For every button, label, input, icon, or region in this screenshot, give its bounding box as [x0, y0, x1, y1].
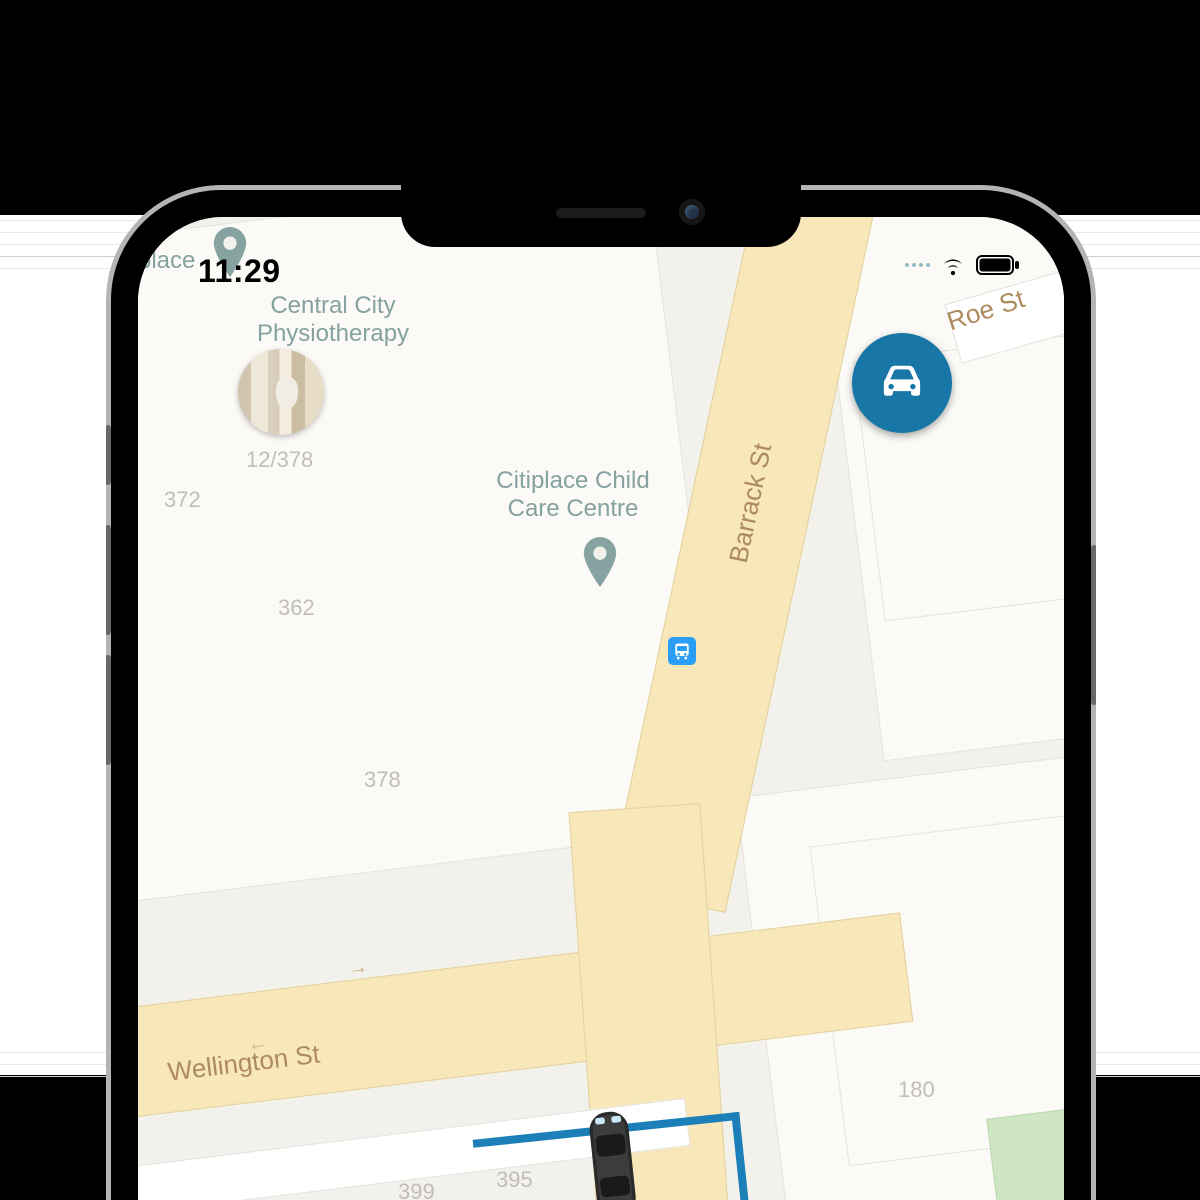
poi-label-fragment: place — [138, 247, 195, 275]
cellular-dots-icon — [905, 263, 930, 267]
status-bar-right — [905, 253, 1020, 277]
speaker-grille — [556, 208, 646, 218]
address-number: 399 — [398, 1179, 435, 1200]
map-pin-icon[interactable] — [582, 537, 618, 573]
poi-label-childcare: Citiplace Child Care Centre — [468, 467, 678, 522]
direction-arrow-icon: → — [347, 956, 370, 981]
poi-label-physio: Central City Physiotherapy — [228, 292, 438, 347]
side-button — [1091, 545, 1096, 705]
car-icon — [873, 354, 931, 412]
address-number: 180 — [898, 1077, 935, 1103]
side-button — [106, 425, 111, 485]
vehicle-marker-icon[interactable] — [571, 1099, 654, 1200]
profile-avatar[interactable] — [238, 349, 324, 435]
phone-device-frame: → → Barrack St Wellington St Roe St Cent… — [106, 185, 1096, 1200]
address-number: 372 — [164, 487, 201, 513]
front-camera — [679, 199, 705, 225]
address-number: 362 — [278, 595, 315, 621]
address-number: 12/378 — [246, 447, 313, 473]
screen: → → Barrack St Wellington St Roe St Cent… — [138, 217, 1064, 1200]
vehicle-mode-button[interactable] — [852, 333, 952, 433]
wifi-icon — [938, 253, 968, 277]
bus-stop-icon[interactable] — [668, 637, 696, 665]
address-number: 378 — [364, 767, 401, 793]
side-button — [106, 525, 111, 635]
side-button — [106, 655, 111, 765]
battery-icon — [976, 253, 1020, 277]
status-bar-time: 11:29 — [198, 253, 281, 290]
device-notch — [401, 185, 801, 247]
